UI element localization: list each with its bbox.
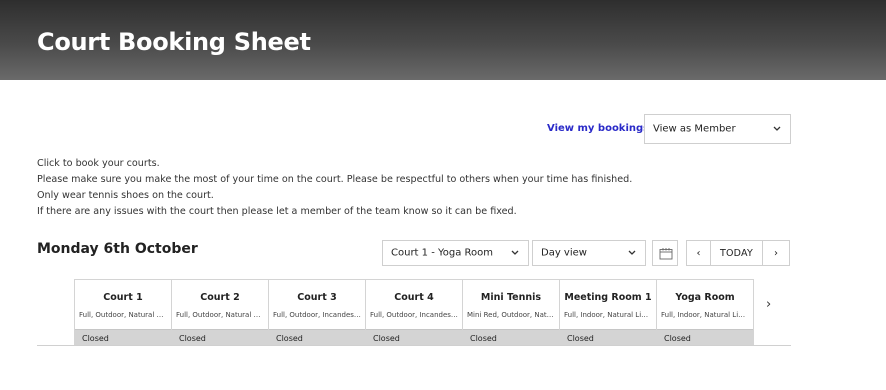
page-title: Court Booking Sheet [37,28,311,56]
court-header: Court 3 Full, Outdoor, Incandescent [269,280,365,329]
court-header: Court 1 Full, Outdoor, Natural Grass [75,280,171,329]
court-header: Yoga Room Full, Indoor, Natural Light [657,280,753,329]
court-status: Closed [269,329,365,346]
calendar-icon [659,248,673,260]
courts-grid: Court 1 Full, Outdoor, Natural Grass Clo… [74,279,754,346]
court-header: Court 2 Full, Outdoor, Natural Grass [172,280,268,329]
view-mode-select-value: Day view [541,247,587,259]
courts-next-arrow[interactable]: › [766,297,771,312]
court-name: Meeting Room 1 [564,292,652,303]
court-name: Court 4 [394,292,434,303]
court-description: Full, Outdoor, Incandescent [370,311,462,319]
court-column[interactable]: Meeting Room 1 Full, Indoor, Natural Lig… [560,279,657,346]
court-header: Court 4 Full, Outdoor, Incandescent [366,280,462,329]
view-mode-select[interactable]: Day view [532,240,646,266]
header-banner: Court Booking Sheet [0,0,886,80]
court-select-value: Court 1 - Yoga Room [391,247,494,259]
intro-line: If there are any issues with the court t… [37,206,517,217]
court-column[interactable]: Mini Tennis Mini Red, Outdoor, Natural C… [463,279,560,346]
court-header: Mini Tennis Mini Red, Outdoor, Natural [463,280,559,329]
court-column[interactable]: Court 1 Full, Outdoor, Natural Grass Clo… [75,279,172,346]
date-heading: Monday 6th October [37,241,198,257]
intro-line: Please make sure you make the most of yo… [37,174,633,185]
court-status: Closed [463,329,559,346]
court-column[interactable]: Yoga Room Full, Indoor, Natural Light Cl… [657,279,754,346]
today-button[interactable]: TODAY [711,241,763,265]
chevron-down-icon [773,125,781,134]
court-column[interactable]: Court 4 Full, Outdoor, Incandescent Clos… [366,279,463,346]
court-description: Full, Outdoor, Natural Grass [79,311,171,319]
court-name: Court 3 [297,292,337,303]
court-name: Court 2 [200,292,240,303]
view-as-select[interactable]: View as Member [644,114,791,144]
court-description: Full, Outdoor, Incandescent [273,311,365,319]
next-day-button[interactable]: › [763,241,789,265]
court-column[interactable]: Court 2 Full, Outdoor, Natural Grass Clo… [172,279,269,346]
chevron-down-icon [511,249,519,258]
chevron-down-icon [628,249,636,258]
court-status: Closed [172,329,268,346]
intro-line: Only wear tennis shoes on the court. [37,190,214,201]
court-status: Closed [366,329,462,346]
previous-day-button[interactable]: ‹ [687,241,711,265]
court-name: Yoga Room [675,292,735,303]
court-column[interactable]: Court 3 Full, Outdoor, Incandescent Clos… [269,279,366,346]
calendar-button[interactable] [652,240,678,266]
court-name: Mini Tennis [480,292,542,303]
court-name: Court 1 [103,292,143,303]
intro-text: Click to book your courts. Please make s… [37,156,632,220]
court-description: Full, Indoor, Natural Light [661,311,750,319]
date-navigation: ‹ TODAY › [686,240,790,266]
divider [37,345,791,346]
court-description: Full, Outdoor, Natural Grass [176,311,268,319]
court-select[interactable]: Court 1 - Yoga Room [382,240,529,266]
intro-line: Click to book your courts. [37,158,160,169]
court-header: Meeting Room 1 Full, Indoor, Natural Lig… [560,280,656,329]
court-status: Closed [657,329,753,346]
court-description: Full, Indoor, Natural Light [564,311,653,319]
view-as-select-value: View as Member [653,123,736,135]
court-status: Closed [75,329,171,346]
court-status: Closed [560,329,656,346]
court-description: Mini Red, Outdoor, Natural [467,311,559,319]
